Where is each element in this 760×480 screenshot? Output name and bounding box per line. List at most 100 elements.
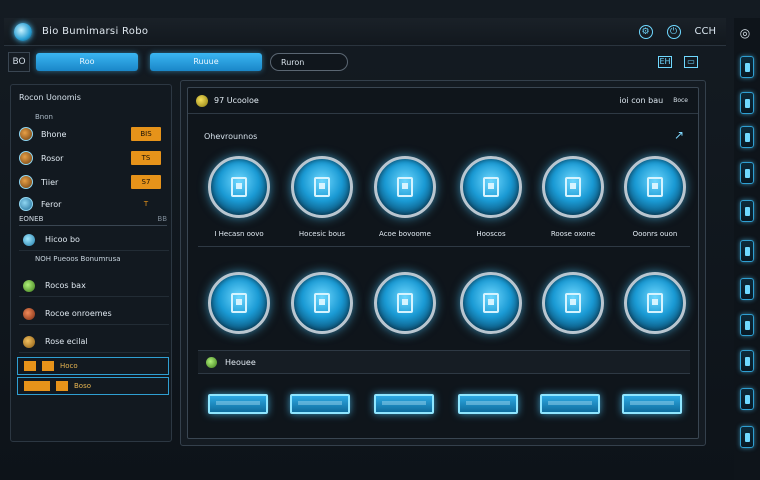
strip-chip — [24, 361, 36, 371]
gauge-label: Roose oxone — [550, 230, 596, 238]
node-label: Hicoo bo — [45, 235, 80, 244]
gauge-label: Hocesic bous — [298, 230, 346, 238]
main-panel-inner: 97 Ucooloe ioi con bau Boce Ohevrounnos … — [187, 87, 699, 439]
gauge-button[interactable] — [291, 156, 353, 218]
sidebar-node[interactable]: Hicoo bo — [19, 229, 169, 251]
strip-chip — [24, 381, 50, 391]
node-icon — [23, 335, 35, 348]
sidebar-item[interactable]: Bhone BIS — [15, 123, 167, 145]
gauge-icon — [647, 177, 663, 197]
toolbar: BO Roo Ruuue EH ▭ — [4, 48, 726, 76]
item-icon — [19, 151, 33, 165]
gauge-icon — [314, 293, 330, 313]
app-title: Bio Bumimarsi Robo — [42, 26, 149, 37]
gauge-button[interactable] — [624, 156, 686, 218]
node-label: Rose ecilal — [45, 337, 88, 346]
sidebar-section-divider: EONEB BB — [19, 215, 167, 226]
gauge-button[interactable] — [374, 272, 436, 334]
divider-label: EONEB — [19, 215, 44, 223]
main-panel: 97 Ucooloe ioi con bau Boce Ohevrounnos … — [180, 80, 706, 446]
action-button[interactable] — [290, 394, 350, 414]
app-window: Bio Bumimarsi Robo ⚙ ⏻ CCH BO Roo Ruuue … — [0, 0, 760, 480]
action-button[interactable] — [374, 394, 434, 414]
gauge-icon — [231, 177, 247, 197]
gauge-button[interactable] — [542, 272, 604, 334]
strip-chip — [56, 381, 68, 391]
search-input[interactable] — [270, 53, 348, 71]
action-button[interactable] — [458, 394, 518, 414]
window-icon[interactable]: ▭ — [684, 56, 698, 68]
gauge-button[interactable] — [542, 156, 604, 218]
dock-item[interactable] — [740, 350, 754, 372]
sidebar-item-label: Feror — [41, 199, 62, 209]
sidebar-strip[interactable]: Hoco — [17, 357, 169, 375]
gauge-icon — [397, 293, 413, 313]
gauge-button[interactable] — [624, 272, 686, 334]
toolbar-menu-button[interactable]: BO — [8, 52, 30, 72]
main-title: 97 Ucooloe — [214, 96, 259, 105]
sidebar-node[interactable]: Rocos bax — [19, 275, 169, 297]
dock-item[interactable] — [740, 314, 754, 336]
action-button[interactable] — [208, 394, 268, 414]
item-icon — [19, 127, 33, 141]
sidebar-item[interactable]: Rosor TS — [15, 147, 167, 169]
settings-icon[interactable]: ⚙ — [638, 24, 653, 39]
dock-item[interactable] — [740, 56, 754, 78]
main-header-mini[interactable]: Boce — [673, 97, 688, 104]
gauge-label: Acoe bovoome — [379, 230, 431, 238]
sub-section-header: Heouee — [198, 350, 690, 374]
tab-primary[interactable]: Roo — [36, 53, 138, 71]
sidebar-item-value: T — [143, 200, 149, 208]
dock-item[interactable] — [740, 388, 754, 410]
dock-item[interactable] — [740, 162, 754, 184]
sidebar-item-label: Rosor — [41, 153, 64, 163]
dock-item[interactable] — [740, 278, 754, 300]
dock-item[interactable] — [740, 200, 754, 222]
gauge-label: Ooonrs ouon — [632, 230, 678, 238]
action-button[interactable] — [622, 394, 682, 414]
main-header-right: ioi con bau — [619, 96, 664, 105]
power-icon[interactable]: ⏻ — [666, 24, 681, 39]
dock-item[interactable] — [740, 126, 754, 148]
sidebar-item[interactable]: Feror T — [15, 193, 167, 215]
node-label: Rocos bax — [45, 281, 86, 290]
item-icon — [19, 197, 33, 211]
node-label: Rocoe onroemes — [45, 309, 112, 318]
sidebar: Rocon Uonomis Bnon Bhone BIS Rosor TS Ti… — [10, 84, 172, 442]
sidebar-strip[interactable]: Boso — [17, 377, 169, 395]
strip-chip — [42, 361, 54, 371]
sidebar-node[interactable]: Rose ecilal — [19, 331, 169, 353]
dock-item[interactable] — [740, 92, 754, 114]
app-logo-icon — [14, 22, 32, 41]
sidebar-item-value: TS — [131, 151, 161, 165]
gauge-label: Hooscos — [476, 230, 506, 238]
main-header: 97 Ucooloe ioi con bau Boce — [188, 88, 698, 114]
gauge-icon — [314, 177, 330, 197]
divider — [198, 246, 690, 247]
right-dock: ◎ — [734, 18, 760, 480]
gauge-icon — [565, 293, 581, 313]
dock-item[interactable] — [740, 426, 754, 448]
layout-toggle-button[interactable]: EH — [658, 56, 672, 68]
dock-logo-icon: ◎ — [739, 26, 751, 40]
action-button[interactable] — [540, 394, 600, 414]
sidebar-item[interactable]: Tiier S7 — [15, 171, 167, 193]
sidebar-node[interactable]: Rocoe onroemes — [19, 303, 169, 325]
sidebar-subheader: Bnon — [35, 113, 53, 121]
titlebar-right-label: CCH — [694, 26, 716, 37]
gauge-button[interactable] — [291, 272, 353, 334]
gauge-button[interactable] — [374, 156, 436, 218]
gauge-icon — [483, 293, 499, 313]
gauge-icon — [647, 293, 663, 313]
node-icon — [23, 233, 35, 246]
gauge-button[interactable] — [460, 156, 522, 218]
title-bar: Bio Bumimarsi Robo ⚙ ⏻ CCH — [4, 18, 726, 46]
gauge-icon — [565, 177, 581, 197]
gauge-button[interactable] — [208, 156, 270, 218]
expand-icon[interactable]: ↗ — [674, 128, 688, 142]
tab-secondary[interactable]: Ruuue — [150, 53, 262, 71]
gauge-button[interactable] — [208, 272, 270, 334]
gauge-button[interactable] — [460, 272, 522, 334]
gauge-label: I Hecasn oovo — [214, 230, 264, 238]
dock-item[interactable] — [740, 240, 754, 262]
